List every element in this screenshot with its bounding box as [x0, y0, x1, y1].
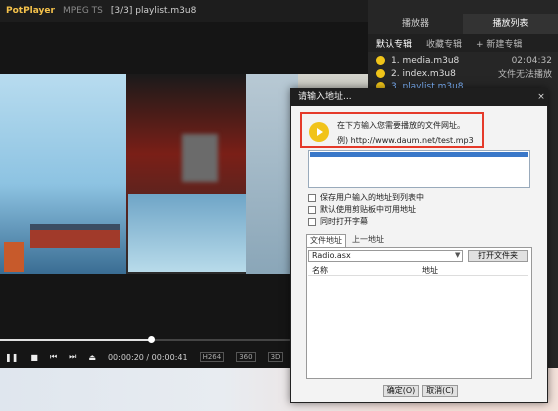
people-shape — [4, 242, 24, 272]
checkbox-clipboard[interactable]: 默认使用剪贴板中可用地址 — [308, 204, 508, 215]
codec-badge: H264 — [199, 352, 225, 362]
item-duration: 文件无法播放 — [497, 70, 552, 80]
playlist-subtabs: 默认专辑 收藏专辑 + 新建专辑 — [368, 34, 558, 52]
tab-playlist[interactable]: 播放列表 — [463, 14, 558, 34]
previous-icon[interactable]: ⏮ — [50, 352, 57, 362]
hint-example: 例) http://www.daum.net/test.mp3 — [337, 136, 474, 145]
tab-file-address[interactable]: 文件地址 — [306, 234, 346, 247]
list-header: 名称 地址 — [308, 265, 528, 276]
dialog-title: 请输入地址... — [290, 88, 548, 106]
tab-player[interactable]: 播放器 — [368, 14, 463, 34]
cancel-button[interactable]: 取消(C) — [422, 385, 458, 397]
playlist-item[interactable]: 1. media.m3u8 02:04:32 — [368, 54, 558, 67]
next-icon[interactable]: ⏭ — [69, 352, 76, 362]
stop-icon[interactable]: ■ — [30, 353, 38, 362]
subtab-favorite[interactable]: 收藏专辑 — [426, 37, 462, 50]
badge-3d[interactable]: 3D — [267, 352, 284, 362]
media-icon — [376, 56, 385, 65]
item-duration: 02:04:32 — [511, 55, 552, 66]
checkbox-label: 默认使用剪贴板中可用地址 — [320, 205, 416, 214]
blurred-face — [182, 134, 218, 182]
item-label: 1. media.m3u8 — [391, 55, 460, 66]
format-label: MPEG TS — [62, 6, 103, 16]
close-icon[interactable]: × — [535, 90, 547, 104]
checkbox-save-list[interactable]: 保存用户输入的地址到列表中 — [308, 192, 508, 203]
lab-shape — [128, 194, 246, 272]
playlist-tabs: 播放器 播放列表 — [368, 14, 558, 34]
badge-360[interactable]: 360 — [236, 352, 256, 362]
eject-icon[interactable]: ⏏ — [88, 353, 96, 362]
seek-progress — [0, 339, 151, 341]
play-icon — [309, 122, 329, 142]
pause-icon[interactable]: ❚❚ — [5, 353, 18, 362]
playlist-item[interactable]: 2. index.m3u8 文件无法播放 — [368, 67, 558, 80]
address-combo[interactable]: Radio.asx — [308, 250, 463, 262]
hint-text: 在下方输入您需要播放的文件网址。 — [337, 121, 465, 130]
checkbox-label: 同时打开字幕 — [320, 217, 368, 226]
ok-button[interactable]: 确定(O) — [383, 385, 419, 397]
app-name[interactable]: PotPlayer — [6, 6, 55, 16]
file-title: [3/3] playlist.m3u8 — [110, 6, 197, 16]
checkbox-box[interactable] — [308, 205, 316, 214]
media-icon — [376, 69, 385, 78]
tab-previous-address[interactable]: 上一地址 — [352, 234, 384, 247]
column-name[interactable]: 名称 — [308, 265, 418, 275]
player-titlebar: PotPlayer MPEG TS [3/3] playlist.m3u8 — [0, 0, 368, 22]
column-address[interactable]: 地址 — [418, 265, 528, 275]
url-selection — [310, 152, 528, 157]
open-folder-button[interactable]: 打开文件夹 — [468, 250, 528, 262]
checkbox-label: 保存用户输入的地址到列表中 — [320, 193, 424, 202]
subtab-default[interactable]: 默认专辑 — [376, 37, 412, 50]
checkbox-subtitle[interactable]: 同时打开字幕 — [308, 216, 508, 227]
checkbox-box[interactable] — [308, 193, 316, 202]
item-label: 2. index.m3u8 — [391, 68, 456, 79]
chevron-down-icon[interactable]: ▼ — [455, 251, 463, 261]
seek-handle[interactable] — [148, 336, 155, 343]
checkbox-box[interactable] — [308, 217, 316, 226]
dialog-tabs: 文件地址 上一地址 — [306, 234, 426, 247]
ship-shape — [30, 224, 120, 248]
time-display: 00:00:20 / 00:00:41 — [107, 352, 188, 362]
subtab-new[interactable]: + 新建专辑 — [476, 37, 522, 50]
